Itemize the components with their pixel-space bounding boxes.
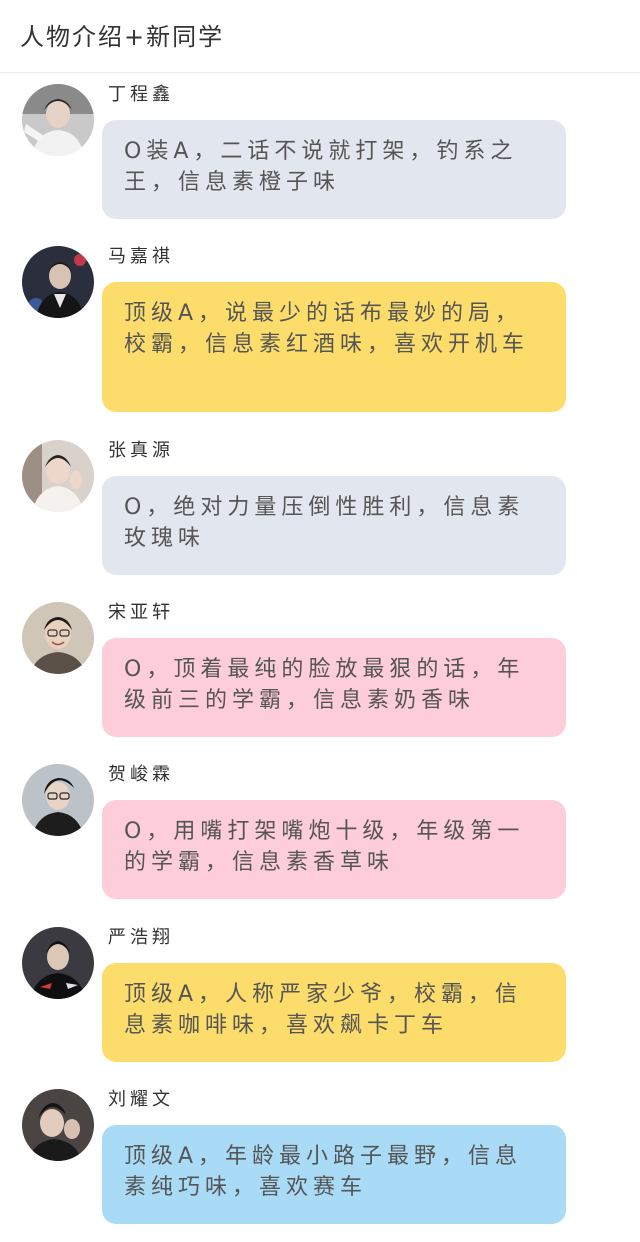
sender-name: 张真源 — [108, 440, 174, 461]
sender-name: 宋亚轩 — [108, 602, 174, 623]
page-title: 人物介绍+新同学 — [20, 23, 225, 51]
avatar[interactable] — [22, 927, 94, 999]
avatar[interactable] — [22, 602, 94, 674]
message-bubble: O，绝对力量压倒性胜利，信息素玫瑰味 — [102, 476, 566, 575]
message-bubble: 顶级A，年龄最小路子最野，信息素纯巧味，喜欢赛车 — [102, 1125, 566, 1224]
message-bubble: 顶级A，人称严家少爷，校霸，信息素咖啡味，喜欢飙卡丁车 — [102, 963, 566, 1062]
avatar[interactable] — [22, 440, 94, 512]
message-bubble: 顶级A，说最少的话布最妙的局，校霸，信息素红酒味，喜欢开机车 — [102, 282, 566, 412]
sender-name: 丁程鑫 — [108, 84, 174, 105]
sender-name: 严浩翔 — [108, 927, 174, 948]
message-bubble: O，用嘴打架嘴炮十级，年级第一的学霸，信息素香草味 — [102, 800, 566, 899]
avatar[interactable] — [22, 246, 94, 318]
sender-name: 贺峻霖 — [108, 764, 174, 785]
message-bubble: O装A，二话不说就打架，钓系之王，信息素橙子味 — [102, 120, 566, 219]
sender-name: 马嘉祺 — [108, 246, 174, 267]
avatar[interactable] — [22, 84, 94, 156]
message-bubble: O，顶着最纯的脸放最狠的话，年级前三的学霸，信息素奶香味 — [102, 638, 566, 737]
top-bar: 人物介绍+新同学 — [0, 0, 640, 73]
avatar[interactable] — [22, 764, 94, 836]
avatar[interactable] — [22, 1089, 94, 1161]
sender-name: 刘耀文 — [108, 1089, 174, 1110]
